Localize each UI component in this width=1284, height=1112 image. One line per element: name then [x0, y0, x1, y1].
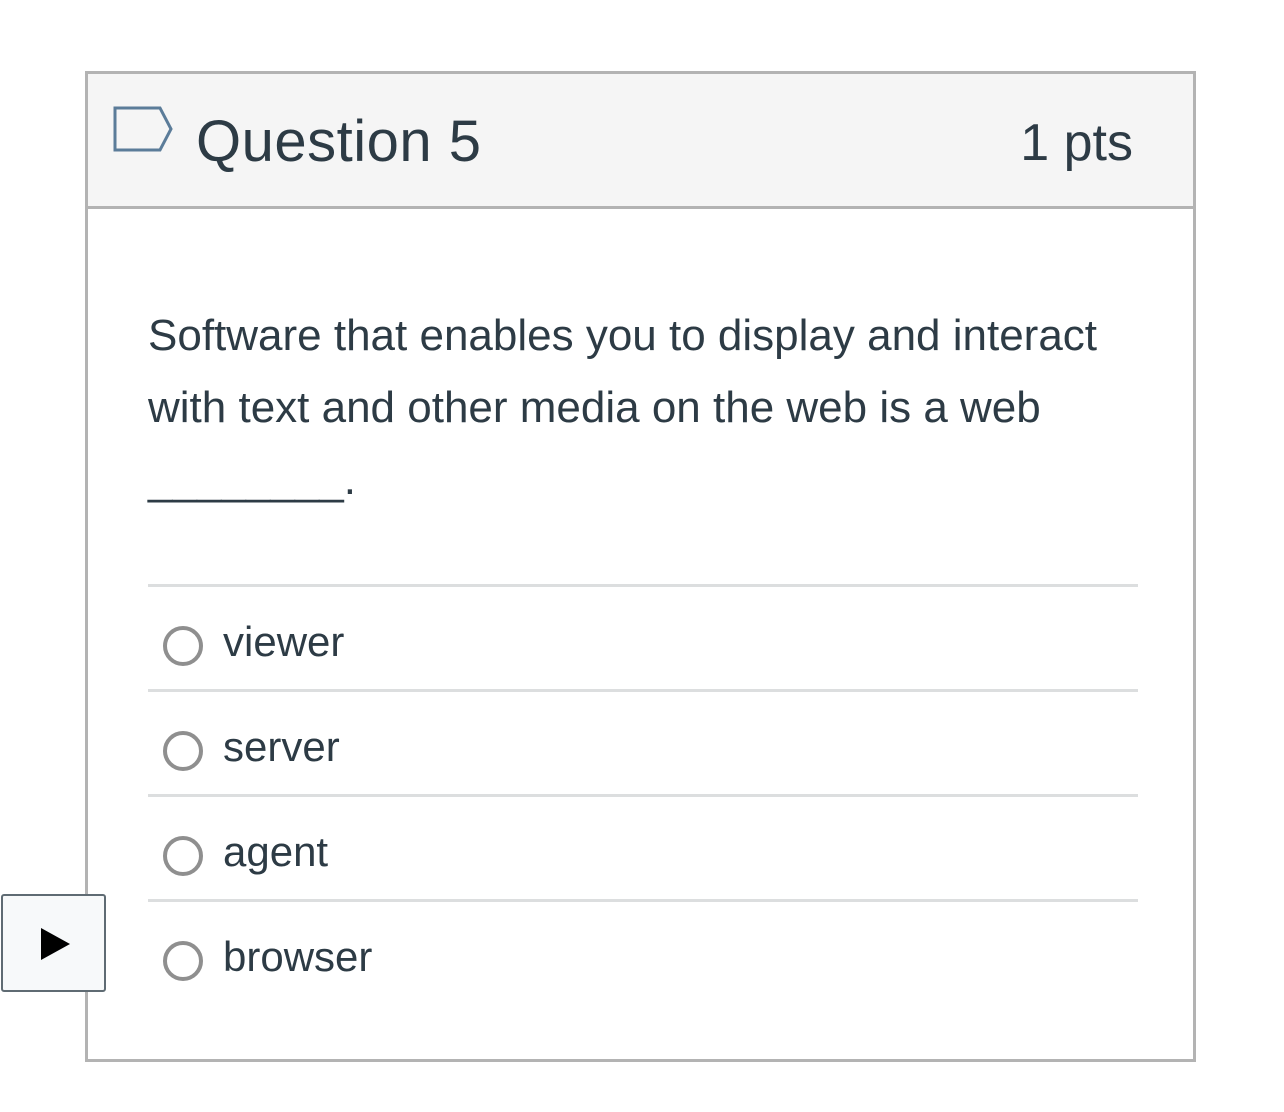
question-text: Software that enables you to display and…	[148, 311, 1098, 504]
question-points: 1 pts	[1020, 114, 1133, 172]
radio-button[interactable]	[163, 836, 203, 876]
answer-label: browser	[223, 933, 373, 980]
flag-outline-icon[interactable]	[113, 105, 175, 153]
answer-option-agent[interactable]: agent	[148, 794, 1138, 899]
answer-option-server[interactable]: server	[148, 689, 1138, 794]
answer-list: viewer server agent browser	[148, 584, 1138, 1004]
answer-label: viewer	[223, 618, 345, 665]
answer-label: agent	[223, 828, 329, 875]
play-icon	[41, 928, 70, 960]
answer-label: server	[223, 723, 340, 770]
answer-option-viewer[interactable]: viewer	[148, 584, 1138, 689]
play-button[interactable]	[1, 894, 106, 992]
question-card: Question 5 1 pts Software that enables y…	[85, 71, 1196, 1062]
question-header: Question 5 1 pts	[88, 74, 1193, 209]
radio-button[interactable]	[163, 731, 203, 771]
question-title: Question 5	[196, 109, 482, 174]
answer-option-browser[interactable]: browser	[148, 899, 1138, 1004]
radio-button[interactable]	[163, 626, 203, 666]
radio-button[interactable]	[163, 941, 203, 981]
